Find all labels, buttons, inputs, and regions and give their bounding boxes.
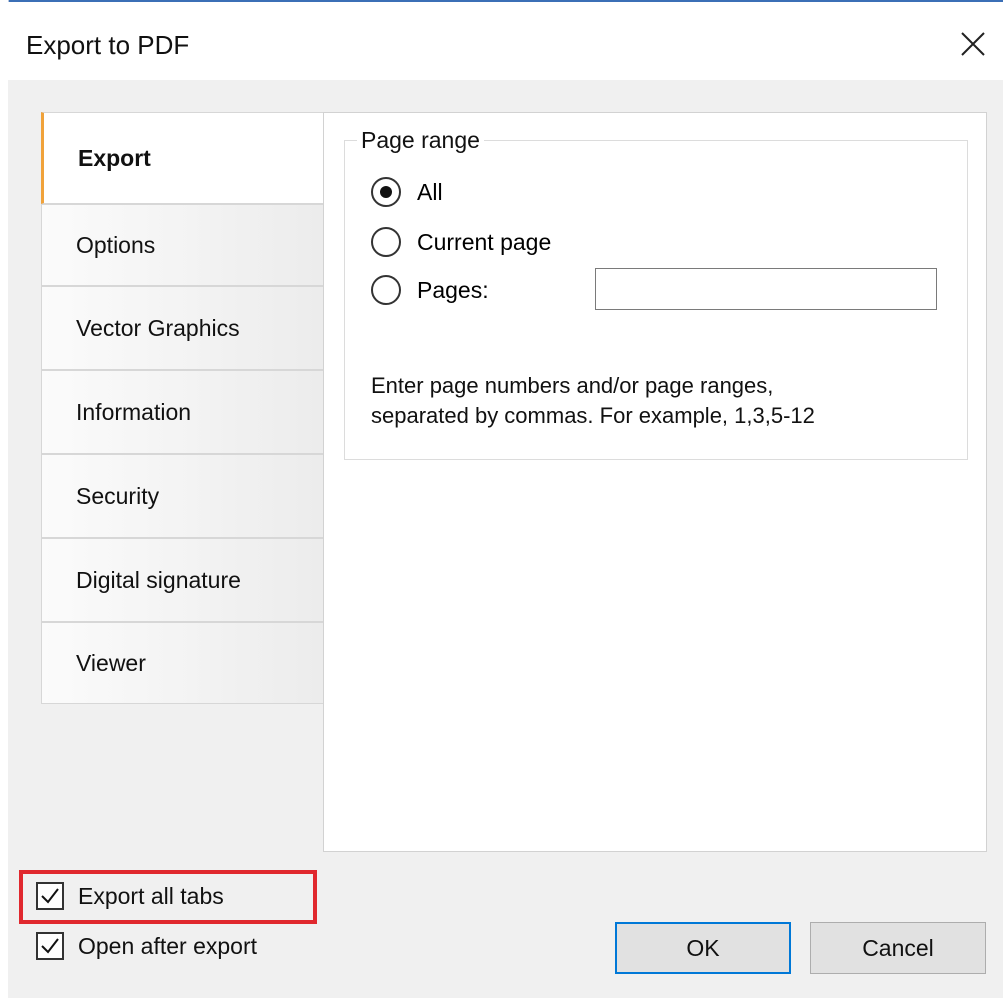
hint-line: Enter page numbers and/or page ranges, [371,373,774,398]
export-all-tabs-checkbox[interactable] [36,882,64,910]
tab-options[interactable]: Options [41,204,323,286]
tab-security[interactable]: Security [41,454,323,538]
export-tab-panel: Page range All Current page Pages: Enter… [323,112,987,852]
checkmark-icon [41,888,59,904]
tab-export[interactable]: Export [41,112,323,204]
close-icon [961,32,985,56]
radio-label: Current page [417,228,552,255]
page-range-hint: Enter page numbers and/or page ranges, s… [371,371,931,431]
radio-label: All [417,178,443,205]
hint-line: separated by commas. For example, 1,3,5-… [371,403,815,428]
tab-label: Information [76,398,192,425]
close-button[interactable] [948,22,998,66]
page-range-label: Page range [357,127,484,154]
radio-button[interactable] [371,275,401,305]
tab-label: Options [76,231,156,258]
tab-label: Digital signature [76,566,241,593]
tab-information[interactable]: Information [41,370,323,454]
radio-label: Pages: [417,276,489,303]
radio-all[interactable]: All [371,177,443,207]
tab-label: Viewer [76,649,146,676]
radio-button[interactable] [371,227,401,257]
export-pdf-dialog: Export to PDF Export Options Vector Grap… [8,2,1003,998]
radio-current-page[interactable]: Current page [371,227,551,257]
open-after-export-checkbox-row[interactable]: Open after export [36,932,257,960]
radio-pages[interactable]: Pages: [371,275,489,305]
tab-label: Security [76,482,160,509]
tab-label: Export [78,144,151,171]
dialog-title: Export to PDF [26,30,190,60]
checkmark-icon [41,938,59,954]
pages-input[interactable] [595,268,937,310]
title-bar[interactable]: Export to PDF [8,2,1003,80]
tab-vector-graphics[interactable]: Vector Graphics [41,286,323,370]
tab-label: Vector Graphics [76,314,240,341]
page-range-group: Page range All Current page Pages: Enter… [344,127,968,460]
open-after-export-label: Open after export [78,932,257,959]
tab-viewer[interactable]: Viewer [41,622,323,704]
cancel-button[interactable]: Cancel [810,922,986,974]
export-all-tabs-checkbox-row[interactable]: Export all tabs [36,882,224,910]
open-after-export-checkbox[interactable] [36,932,64,960]
tab-digital-signature[interactable]: Digital signature [41,538,323,622]
ok-button[interactable]: OK [615,922,791,974]
radio-button[interactable] [371,177,401,207]
export-all-tabs-label: Export all tabs [78,882,224,909]
